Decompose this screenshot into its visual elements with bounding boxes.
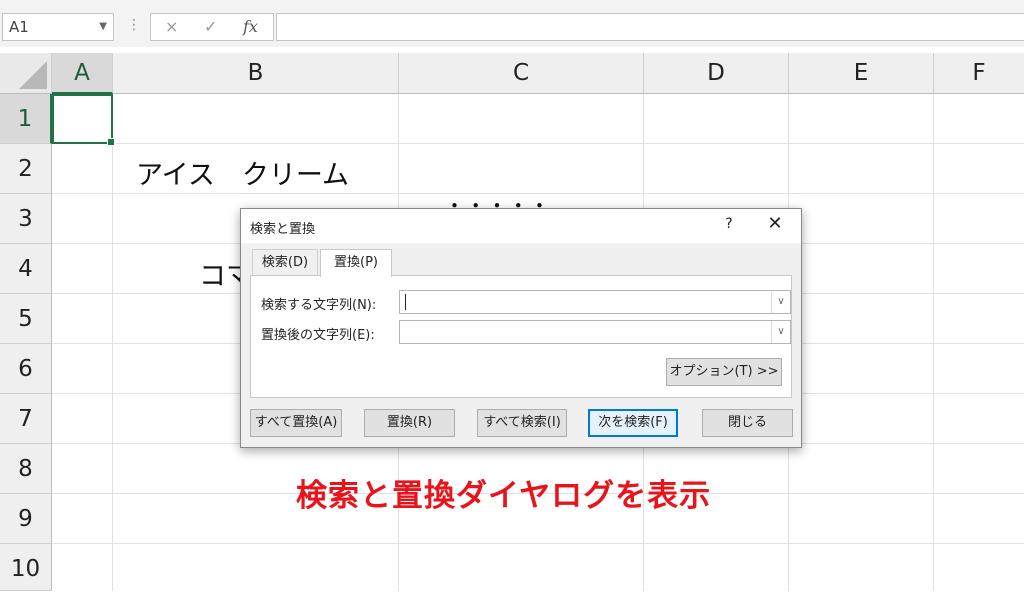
cell-c3-partial[interactable]: ･ ･ ･ ･ ･ bbox=[448, 194, 546, 208]
find-next-button[interactable]: 次を検索(F) bbox=[588, 409, 678, 437]
column-header-f[interactable]: F bbox=[934, 53, 1024, 94]
column-header-d[interactable]: D bbox=[644, 53, 789, 94]
row-header-3[interactable]: 3 bbox=[0, 194, 52, 244]
find-input[interactable]: ∨ bbox=[399, 290, 791, 314]
gridline bbox=[112, 94, 113, 591]
row-header-9[interactable]: 9 bbox=[0, 494, 52, 544]
dialog-title: 検索と置換 bbox=[250, 222, 316, 237]
replace-label: 置換後の文字列(E): bbox=[261, 328, 375, 343]
more-options-icon[interactable]: ⋮ bbox=[127, 17, 141, 33]
close-icon[interactable]: ✕ bbox=[763, 213, 787, 234]
name-box[interactable]: A1 ▼ bbox=[2, 13, 114, 41]
chevron-down-icon[interactable]: ∨ bbox=[771, 321, 790, 343]
column-header-a[interactable]: A bbox=[52, 53, 113, 94]
formula-input[interactable] bbox=[276, 13, 1024, 41]
select-all-corner[interactable] bbox=[0, 53, 52, 94]
formula-bar: A1 ▼ ⋮ × ✓ fx bbox=[0, 0, 1024, 47]
gridline bbox=[933, 94, 934, 591]
row-header-4[interactable]: 4 bbox=[0, 244, 52, 294]
row-header-8[interactable]: 8 bbox=[0, 444, 52, 494]
row-header-6[interactable]: 6 bbox=[0, 344, 52, 394]
help-icon[interactable]: ? bbox=[719, 216, 739, 232]
find-label: 検索する文字列(N): bbox=[261, 298, 377, 313]
name-box-value: A1 bbox=[9, 18, 29, 36]
formula-buttons: × ✓ fx bbox=[150, 13, 274, 41]
cancel-icon[interactable]: × bbox=[165, 17, 178, 36]
close-button[interactable]: 閉じる bbox=[702, 409, 793, 437]
replace-button[interactable]: 置換(R) bbox=[364, 409, 455, 437]
row-header-5[interactable]: 5 bbox=[0, 294, 52, 344]
chevron-down-icon[interactable]: ∨ bbox=[771, 291, 790, 313]
gridline bbox=[52, 543, 1024, 544]
function-icon[interactable]: fx bbox=[243, 17, 258, 36]
find-all-button[interactable]: すべて検索(I) bbox=[477, 409, 567, 437]
find-replace-dialog: 検索と置換 ? ✕ 検索(D) 置換(P) 検索する文字列(N): ∨ 置換後の… bbox=[240, 208, 802, 448]
row-header-7[interactable]: 7 bbox=[0, 394, 52, 444]
column-header-e[interactable]: E bbox=[789, 53, 934, 94]
dialog-titlebar[interactable]: 検索と置換 ? ✕ bbox=[241, 209, 801, 243]
tab-find[interactable]: 検索(D) bbox=[252, 249, 318, 275]
row-header-10[interactable]: 10 bbox=[0, 544, 52, 591]
active-cell-a1[interactable] bbox=[52, 94, 115, 146]
replace-input[interactable]: ∨ bbox=[399, 320, 791, 344]
cell-b2[interactable]: アイス クリーム bbox=[136, 153, 349, 192]
column-header-c[interactable]: C bbox=[399, 53, 644, 94]
column-header-b[interactable]: B bbox=[113, 53, 399, 94]
cell-b4-partial[interactable]: コマ bbox=[199, 254, 240, 293]
options-button[interactable]: オプション(T) >> bbox=[666, 358, 782, 386]
tab-replace[interactable]: 置換(P) bbox=[320, 249, 392, 277]
row-header-1[interactable]: 1 bbox=[0, 94, 52, 144]
replace-panel: 検索する文字列(N): ∨ 置換後の文字列(E): ∨ オプション(T) >> bbox=[250, 275, 792, 398]
fill-handle[interactable] bbox=[107, 138, 115, 146]
annotation-caption: 検索と置換ダイヤログを表示 bbox=[296, 478, 712, 514]
check-icon[interactable]: ✓ bbox=[204, 17, 217, 36]
chevron-down-icon[interactable]: ▼ bbox=[99, 14, 107, 40]
text-caret bbox=[405, 294, 406, 310]
gridline bbox=[52, 143, 1024, 144]
row-header-2[interactable]: 2 bbox=[0, 144, 52, 194]
replace-all-button[interactable]: すべて置換(A) bbox=[250, 409, 342, 437]
